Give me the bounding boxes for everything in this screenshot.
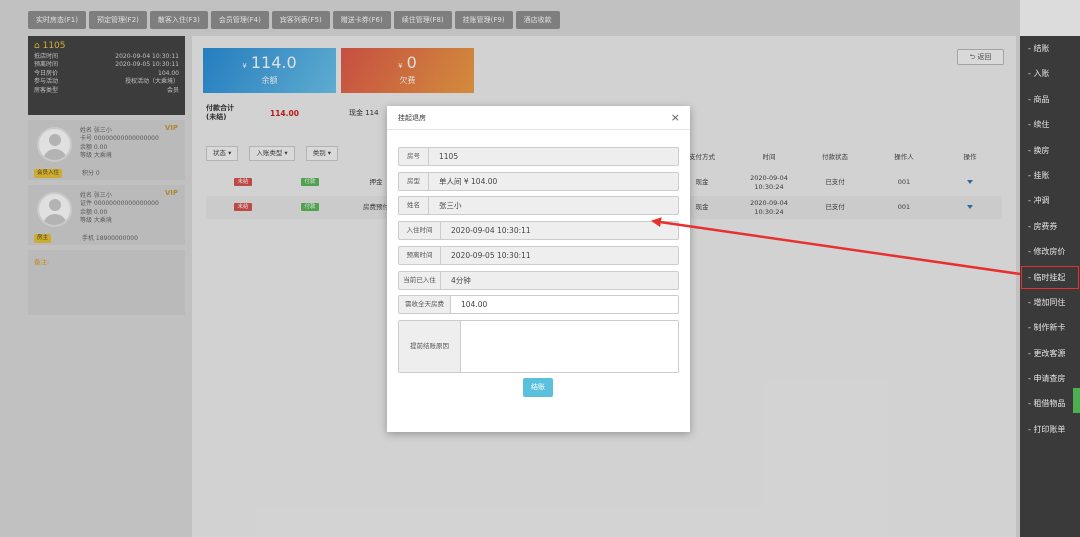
sidebar-item-post-charge[interactable]: - 入账 [1020,61,1080,86]
field-guest-name: 姓名 张三小 [398,196,679,215]
reason-textarea[interactable] [461,321,678,372]
sidebar-item-room-coupon[interactable]: - 房费券 [1020,214,1080,239]
sidebar-item-print-bill[interactable]: - 打印账单 [1020,417,1080,442]
sidebar-item-adjust[interactable]: - 冲调 [1020,188,1080,213]
modal-header: 挂起退房 × [387,106,690,130]
sidebar-item-room-check[interactable]: - 申请查房 [1020,366,1080,391]
sidebar-item-goods[interactable]: - 商品 [1020,87,1080,112]
field-room-type: 房型 单人间 ¥ 104.00 [398,172,679,191]
right-sidebar: - 结账 - 入账 - 商品 - 续住 - 换房 - 挂账 - 冲调 - 房费券… [1020,36,1080,537]
field-early-checkout-reason: 提前结账原因 [398,320,679,373]
suspend-checkout-modal: 挂起退房 × 房号 1105 房型 单人间 ¥ 104.00 姓名 张三小 入住时间 2… [387,106,690,432]
sidebar-item-add-cohabitant[interactable]: - 增加同住 [1020,290,1080,315]
modal-title: 挂起退房 [398,114,426,122]
checkout-button[interactable]: 结账 [523,378,553,397]
field-checkin-time: 入住时间 2020-09-04 10:30:11 [398,221,679,240]
field-full-day-fee[interactable]: 需收全天房费 104.00 [398,295,679,314]
sidebar-item-extend[interactable]: - 续住 [1020,112,1080,137]
sidebar-item-temp-suspend[interactable]: - 临时挂起 [1020,265,1080,290]
sidebar-item-edit-price[interactable]: - 修改房价 [1020,239,1080,264]
sidebar-item-checkout[interactable]: - 结账 [1020,36,1080,61]
sidebar-item-credit[interactable]: - 挂账 [1020,163,1080,188]
sidebar-item-rent-items[interactable]: - 租借物品 [1020,391,1080,416]
sidebar-item-make-card[interactable]: - 制作新卡 [1020,315,1080,340]
field-expected-leave: 预离时间 2020-09-05 10:30:11 [398,246,679,265]
close-icon[interactable]: × [671,106,680,130]
sidebar-item-change-source[interactable]: - 更改客源 [1020,341,1080,366]
sidebar-item-change-room[interactable]: - 换房 [1020,138,1080,163]
side-scroll-tab[interactable] [1073,388,1080,413]
field-room-number: 房号 1105 [398,147,679,166]
field-stayed-duration: 当前已入住 4分钟 [398,271,679,290]
